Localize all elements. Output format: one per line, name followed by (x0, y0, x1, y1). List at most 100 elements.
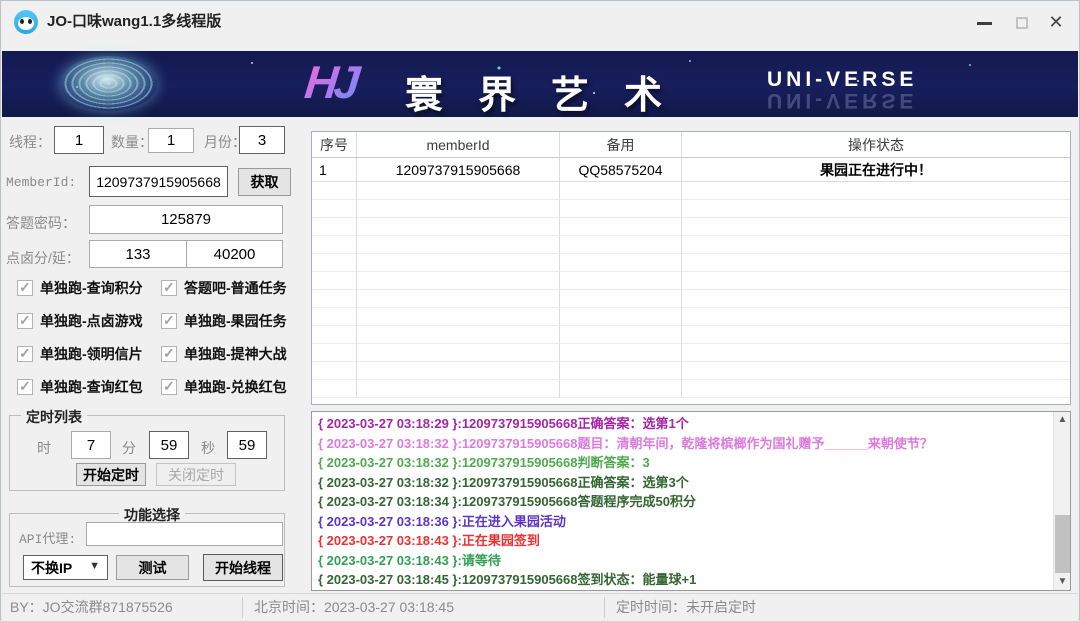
table-empty-cell (560, 272, 682, 290)
checkbox-label: 答题吧-普通任务 (184, 278, 287, 298)
hour-input[interactable]: 7 (71, 431, 111, 459)
table-empty-cell (357, 218, 560, 236)
log-output[interactable]: { 2023-03-27 03:18:29 }:1209737915905668… (311, 411, 1071, 591)
table-header-3[interactable]: 操作状态 (682, 132, 1070, 158)
table-empty-cell (560, 218, 682, 236)
member-table[interactable]: 序号memberId备用操作状态11209737915905668QQ58575… (311, 131, 1071, 405)
table-cell: 1209737915905668 (357, 158, 560, 182)
month-input[interactable]: 3 (239, 126, 285, 154)
table-cell: QQ58575204 (560, 158, 682, 182)
table-empty-row (312, 272, 1070, 290)
table-empty-cell (682, 200, 1070, 218)
count-input[interactable]: 1 (148, 128, 194, 153)
minute-input[interactable]: 59 (149, 431, 189, 459)
brand-name-english-reflection: UNI-VERSE (767, 88, 917, 112)
api-proxy-input[interactable] (86, 522, 283, 546)
app-panda-icon (14, 10, 38, 34)
minute-label: 分 (122, 438, 136, 458)
checkbox-单独跑-点卤游戏[interactable]: ✓ 单独跑-点卤游戏 (17, 311, 143, 331)
log-entry: { 2023-03-27 03:18:32 }:1209737915905668… (318, 473, 1048, 493)
log-entry: { 2023-03-27 03:18:32 }:1209737915905668… (318, 434, 1048, 454)
scrollbar-thumb[interactable] (1055, 515, 1070, 573)
count-label: 数量： (111, 132, 153, 152)
checkbox-label: 单独跑-兑换红包 (184, 377, 287, 397)
checkbox-icon[interactable]: ✓ (161, 379, 177, 395)
table-empty-cell (357, 344, 560, 362)
start-thread-button[interactable]: 开始线程 (203, 554, 283, 581)
checkbox-label: 单独跑-领明信片 (40, 344, 143, 364)
checkbox-单独跑-提神大战[interactable]: ✓单独跑-提神大战 (161, 344, 287, 364)
close-button[interactable]: ✕ (1039, 1, 1073, 43)
table-empty-row (312, 362, 1070, 380)
checkbox-单独跑-查询红包[interactable]: ✓单独跑-查询红包 (17, 377, 143, 397)
score-label: 点卤分/延： (6, 248, 80, 268)
table-empty-cell (312, 290, 357, 308)
checkbox-icon[interactable]: ✓ (17, 313, 33, 329)
checkbox-icon[interactable]: ✓ (17, 379, 33, 395)
table-empty-cell (682, 290, 1070, 308)
scroll-down-icon[interactable]: ▼ (1054, 574, 1071, 590)
checkbox-icon[interactable]: ✓ (161, 313, 177, 329)
table-empty-cell (312, 326, 357, 344)
ip-mode-select[interactable]: 不换IP ▼ (23, 555, 108, 580)
table-row[interactable]: 11209737915905668QQ58575204果园正在进行中！ (312, 158, 1070, 182)
api-proxy-label: API代理: (19, 528, 76, 547)
table-header-1[interactable]: memberId (357, 132, 560, 158)
maximize-icon (1016, 17, 1028, 29)
get-button[interactable]: 获取 (238, 168, 291, 196)
log-scrollbar[interactable]: ▲ ▼ (1053, 412, 1070, 590)
checkbox-label: 单独跑-查询积分 (40, 278, 143, 298)
maximize-button[interactable] (1005, 1, 1039, 43)
status-beijing-time: 北京时间：2023-03-27 03:18:45 (254, 594, 454, 621)
checkbox-icon[interactable]: ✓ (161, 280, 177, 296)
checkmark-icon: ✓ (163, 378, 175, 395)
table-empty-cell (357, 326, 560, 344)
table-header-2[interactable]: 备用 (560, 132, 682, 158)
checkbox-答题吧-普通任务[interactable]: ✓ 答题吧-普通任务 (161, 278, 287, 298)
checkbox-icon[interactable]: ✓ (161, 346, 177, 362)
table-empty-cell (312, 272, 357, 290)
scroll-up-icon[interactable]: ▲ (1054, 412, 1071, 428)
table-empty-row (312, 308, 1070, 326)
table-cell: 果园正在进行中！ (682, 158, 1070, 182)
second-input[interactable]: 59 (227, 431, 267, 459)
start-timer-button[interactable]: 开始定时 (76, 463, 146, 486)
window-title: JO-口味wang1.1多线程版 (47, 1, 221, 43)
checkbox-单独跑-领明信片[interactable]: ✓ 单独跑-领明信片 (17, 344, 143, 364)
table-empty-row (312, 380, 1070, 398)
ip-mode-value: 不换IP (31, 558, 72, 578)
score-input-2[interactable]: 40200 (186, 240, 283, 268)
checkbox-label: 单独跑-点卤游戏 (40, 311, 143, 331)
score-input-1[interactable]: 133 (89, 240, 187, 268)
status-separator (604, 597, 605, 618)
memberid-input[interactable]: 1209737915905668 (89, 166, 228, 197)
log-entry: { 2023-03-27 03:18:29 }:1209737915905668… (318, 414, 1048, 434)
minimize-button[interactable] (967, 1, 1001, 43)
checkbox-单独跑-兑换红包[interactable]: ✓ 单独跑-兑换红包 (161, 377, 287, 397)
status-timer-time: 定时时间：未开启定时 (616, 594, 756, 621)
checkbox-单独跑-果园任务[interactable]: ✓单独跑-果园任务 (161, 311, 287, 331)
log-entry: { 2023-03-27 03:18:43 }:请等待 (318, 551, 1048, 571)
stop-timer-button[interactable]: 关闭定时 (156, 463, 236, 486)
log-lines: { 2023-03-27 03:18:29 }:1209737915905668… (318, 414, 1048, 590)
table-empty-cell (560, 344, 682, 362)
thread-input[interactable]: 1 (54, 126, 104, 154)
checkbox-icon[interactable]: ✓ (17, 280, 33, 296)
table-empty-cell (312, 218, 357, 236)
table-empty-cell (312, 254, 357, 272)
table-empty-cell (312, 362, 357, 380)
table-empty-cell (357, 200, 560, 218)
test-button[interactable]: 测试 (116, 555, 189, 580)
password-input[interactable]: 125879 (89, 205, 283, 234)
table-empty-cell (312, 236, 357, 254)
table-empty-cell (357, 272, 560, 290)
checkmark-icon: ✓ (19, 312, 31, 329)
checkbox-单独跑-查询积分[interactable]: ✓ 单独跑-查询积分 (17, 278, 143, 298)
checkbox-icon[interactable]: ✓ (17, 346, 33, 362)
table-empty-cell (312, 200, 357, 218)
table-empty-cell (357, 254, 560, 272)
table-empty-row (312, 236, 1070, 254)
table-header-0[interactable]: 序号 (312, 132, 357, 158)
table-header-row: 序号memberId备用操作状态 (312, 132, 1070, 158)
chevron-down-icon: ▼ (89, 560, 100, 572)
